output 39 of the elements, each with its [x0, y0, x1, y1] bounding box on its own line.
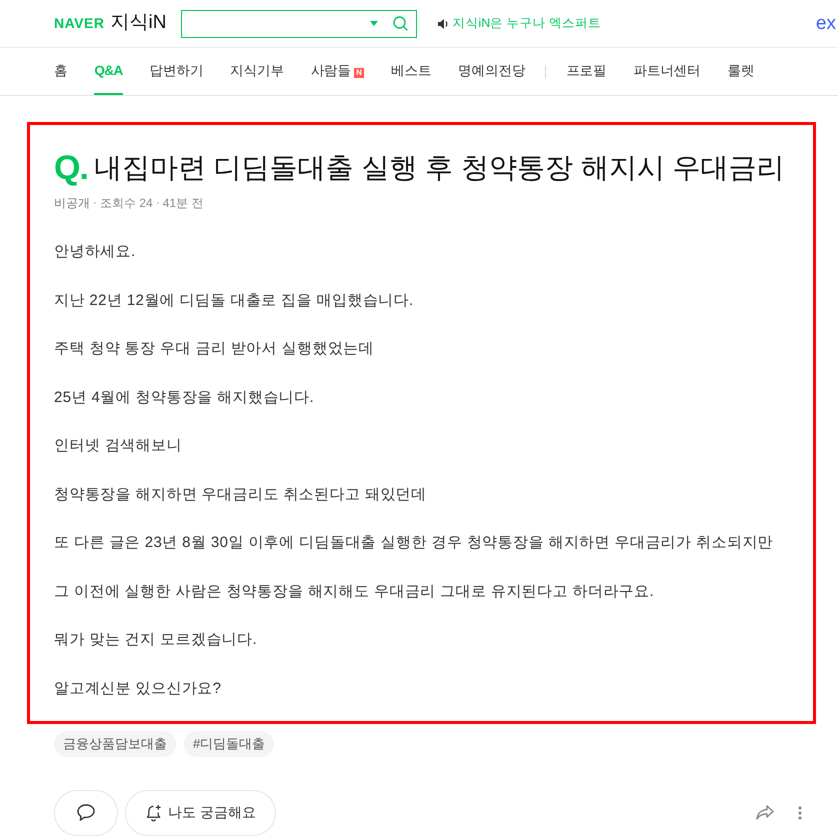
new-badge: N [354, 68, 364, 78]
question-paragraph: 주택 청약 통장 우대 금리 받아서 실행했었는데 [54, 339, 376, 359]
question-title: 내집마련 디딤돌대출 실행 후 청약통장 해지시 우대금리 [94, 151, 785, 185]
question-paragraph: 안녕하세요. [54, 242, 137, 262]
nav-tab[interactable]: 파트너센터 [633, 48, 700, 95]
share-arrow-icon[interactable] [756, 805, 774, 820]
tag-chip[interactable]: #디딤돌대출 [184, 730, 274, 756]
nav-tab[interactable]: 프로필 [566, 48, 606, 95]
nav-tab[interactable]: 명예의전당 [458, 48, 526, 95]
question-paragraph: 청약통장을 해지하면 우대금리도 취소된다고 돼있던데 [54, 484, 428, 504]
service-logo[interactable]: 지식iN [110, 9, 166, 38]
caret-down-icon[interactable] [370, 21, 378, 26]
nav-tab[interactable]: 베스트 [391, 48, 432, 95]
question-paragraph: 또 다른 글은 23년 8월 30일 이후에 디딤돌대출 실행한 경우 청약통장을 해지하면 우대금리가 취소되지만 [54, 533, 774, 553]
meta-text: 비공개 [54, 195, 90, 212]
nav-tab[interactable]: 홈 [54, 48, 68, 95]
nav-tab[interactable]: 답변하기 [150, 48, 204, 95]
question-paragraph: 인터넷 검색해보니 [54, 436, 183, 456]
question-paragraph: 알고계신분 있으신가요? [54, 678, 222, 698]
search-icon[interactable] [393, 16, 408, 31]
question-paragraph: 뭐가 맞는 건지 모르겠습니다. [54, 630, 258, 650]
question-paragraph: 지난 22년 12월에 디딤돌 대출로 집을 매입했습니다. [54, 290, 415, 310]
more-vertical-icon[interactable] [798, 806, 802, 820]
curious-button[interactable]: 나도 궁금해요 [125, 790, 276, 836]
question-paragraph: 그 이전에 실행한 사람은 청약통장을 해지해도 우대금리 그대로 유지된다고 하더라구요. [54, 582, 656, 602]
tag-chip[interactable]: 금융상품담보대출 [54, 730, 176, 756]
nav-tab[interactable]: 사람들 [310, 48, 352, 95]
search-field[interactable] [181, 10, 418, 38]
meta-text: 조회수 24 [100, 195, 153, 212]
expert-logo[interactable]: ex [816, 14, 836, 33]
bell-plus-icon [145, 804, 162, 822]
nav-tab[interactable]: 지식기부 [230, 48, 284, 95]
question-marker: Q. [54, 151, 88, 185]
comment-button[interactable] [54, 790, 118, 836]
question-paragraph: 25년 4월에 청약통장을 해지했습니다. [54, 388, 316, 408]
speaker-icon [438, 18, 450, 28]
speech-bubble-icon [77, 804, 95, 821]
meta-text: 41분 전 [162, 195, 204, 212]
nav-tab[interactable]: 룰렛 [727, 48, 754, 95]
